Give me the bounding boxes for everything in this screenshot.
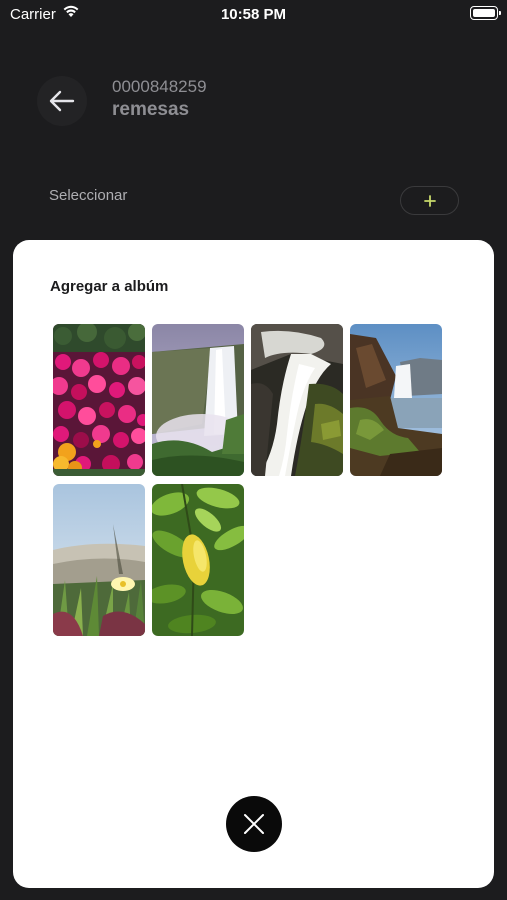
status-bar: Carrier 10:58 PM: [0, 0, 507, 28]
photo-thumbnail[interactable]: [152, 484, 244, 636]
photo-thumbnail[interactable]: [53, 324, 145, 476]
select-label: Seleccionar: [49, 187, 128, 204]
add-to-album-sheet: Agregar a albúm: [13, 240, 494, 888]
photo-thumbnail[interactable]: [152, 324, 244, 476]
photo-thumbnail[interactable]: [53, 484, 145, 636]
close-button[interactable]: [226, 796, 282, 852]
waterfall-coast-photo: [350, 324, 442, 476]
beach-dune-flower-photo: [53, 484, 145, 636]
sheet-title: Agregar a albúm: [50, 278, 169, 295]
account-name: remesas: [112, 99, 190, 120]
account-number: 0000848259: [112, 77, 207, 96]
battery-icon: [470, 6, 501, 20]
arrow-left-icon: [49, 90, 75, 112]
photo-thumbnail[interactable]: [350, 324, 442, 476]
add-button[interactable]: [400, 186, 459, 215]
lemon-leaves-photo: [152, 484, 244, 636]
waterfall-cliff-photo: [152, 324, 244, 476]
status-time: 10:58 PM: [220, 6, 287, 23]
close-icon: [244, 814, 264, 834]
photo-thumbnail[interactable]: [251, 324, 343, 476]
plus-icon: [423, 194, 436, 207]
waterfall-rocks-photo: [251, 324, 343, 476]
pink-flowers-photo: [53, 324, 145, 476]
back-button[interactable]: [37, 76, 87, 126]
